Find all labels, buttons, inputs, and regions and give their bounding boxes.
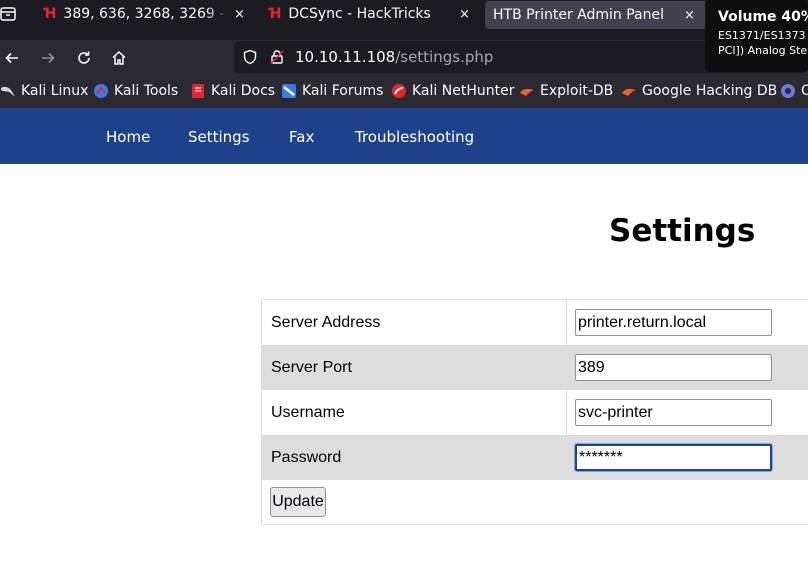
server-address-label: Server Address [271, 314, 381, 331]
kali-tools-icon [93, 83, 109, 99]
server-address-input[interactable] [575, 309, 772, 336]
url-host: 10.10.11.108 [295, 48, 396, 66]
kali-docs-icon [190, 83, 206, 99]
bookmark-kali-linux[interactable]: Kali Linux [0, 83, 88, 99]
bookmark-kali-nethunter[interactable]: Kali NetHunter [391, 83, 514, 99]
volume-level: Volume 40% [718, 9, 808, 25]
tab-dcsync[interactable]: Ɦ DCSync - HackTricks × [260, 0, 485, 28]
bookmark-label: Kali Tools [114, 83, 179, 99]
hacktricks-icon: Ɦ [44, 6, 57, 22]
bookmark-offsec[interactable]: O [780, 83, 808, 99]
nav-home[interactable]: Home [106, 128, 150, 146]
column-divider [566, 390, 567, 435]
kali-dragon-icon [0, 83, 16, 99]
username-label: Username [271, 404, 345, 421]
bookmark-ghdb[interactable]: Google Hacking DB [621, 83, 777, 99]
audio-device-line: ES1371/ES1373 / [718, 29, 808, 42]
ghdb-icon [621, 83, 637, 99]
back-button[interactable] [0, 46, 24, 70]
bookmark-kali-docs[interactable]: Kali Docs [190, 83, 275, 99]
url-path: /settings.php [395, 48, 494, 66]
bookmark-label: Kali Linux [21, 83, 89, 99]
bookmark-label: Exploit-DB [540, 83, 614, 99]
tab-title: DCSync - HackTricks [288, 6, 431, 22]
column-divider [566, 300, 567, 345]
bookmark-label: O [801, 83, 808, 99]
column-divider [566, 345, 567, 390]
exploit-db-icon [519, 83, 535, 99]
bookmark-label: Kali Docs [211, 83, 276, 99]
nav-troubleshooting[interactable]: Troubleshooting [355, 128, 474, 146]
password-row: Password [262, 435, 808, 480]
server-port-row: Server Port [262, 345, 808, 390]
username-input[interactable] [575, 399, 772, 426]
browser-tab-bar: Ɦ 389, 636, 3268, 3269 - Pe × Ɦ DCSync -… [0, 0, 808, 40]
bookmark-label: Kali NetHunter [412, 83, 515, 99]
bookmark-label: Kali Forums [302, 83, 384, 99]
home-icon [112, 50, 126, 65]
volume-notification: Volume 40% ES1371/ES1373 / PCI]) Analog … [705, 0, 808, 72]
forward-button[interactable] [36, 46, 60, 70]
reload-icon [78, 51, 90, 64]
bookmark-label: Google Hacking DB [642, 83, 778, 99]
bookmark-kali-forums[interactable]: Kali Forums [281, 83, 383, 99]
bookmark-kali-tools[interactable]: Kali Tools [93, 83, 178, 99]
password-input[interactable] [574, 443, 773, 472]
url-text[interactable]: 10.10.11.108/settings.php [295, 48, 493, 66]
bookmarks-toolbar: Kali Linux Kali Tools Kali Docs Kali For… [0, 77, 808, 108]
tab-overview-icon[interactable] [0, 5, 18, 23]
offsec-icon [780, 83, 796, 99]
forward-arrow-icon [42, 52, 55, 64]
home-button[interactable] [107, 46, 131, 70]
password-label: Password [271, 449, 342, 466]
nav-settings[interactable]: Settings [188, 128, 250, 146]
nav-fax[interactable]: Fax [289, 128, 314, 146]
kali-forums-icon [281, 83, 297, 99]
audio-device-line: PCI]) Analog Ster [718, 44, 808, 57]
settings-form: Server Address Server Port Username Pass… [261, 299, 808, 525]
site-navigation: Home Settings Fax Troubleshooting [0, 108, 808, 164]
close-tab-icon[interactable]: × [234, 7, 245, 22]
tab-printer-admin[interactable]: HTB Printer Admin Panel × [485, 1, 707, 29]
back-arrow-icon [5, 52, 18, 64]
tab-ldap-ports[interactable]: Ɦ 389, 636, 3268, 3269 - Pe × [35, 0, 260, 28]
bookmark-exploit-db[interactable]: Exploit-DB [519, 83, 613, 99]
server-address-row: Server Address [262, 300, 808, 345]
server-port-input[interactable] [575, 354, 772, 381]
insecure-lock-icon[interactable] [269, 49, 285, 65]
tab-title: HTB Printer Admin Panel [493, 7, 664, 23]
shield-icon[interactable] [242, 49, 258, 65]
tab-title: 389, 636, 3268, 3269 - Pe [63, 6, 231, 22]
username-row: Username [262, 390, 808, 435]
audio-device-name: ES1371/ES1373 / PCI]) Analog Ster [718, 28, 808, 58]
column-divider [566, 435, 567, 480]
nethunter-icon [391, 83, 407, 99]
close-tab-icon[interactable]: × [684, 8, 695, 23]
hacktricks-icon: Ɦ [269, 6, 282, 22]
update-button[interactable]: Update [270, 487, 326, 517]
page-title: Settings [609, 213, 756, 249]
close-tab-icon[interactable]: × [459, 7, 470, 22]
server-port-label: Server Port [271, 359, 352, 376]
reload-button[interactable] [72, 46, 96, 70]
